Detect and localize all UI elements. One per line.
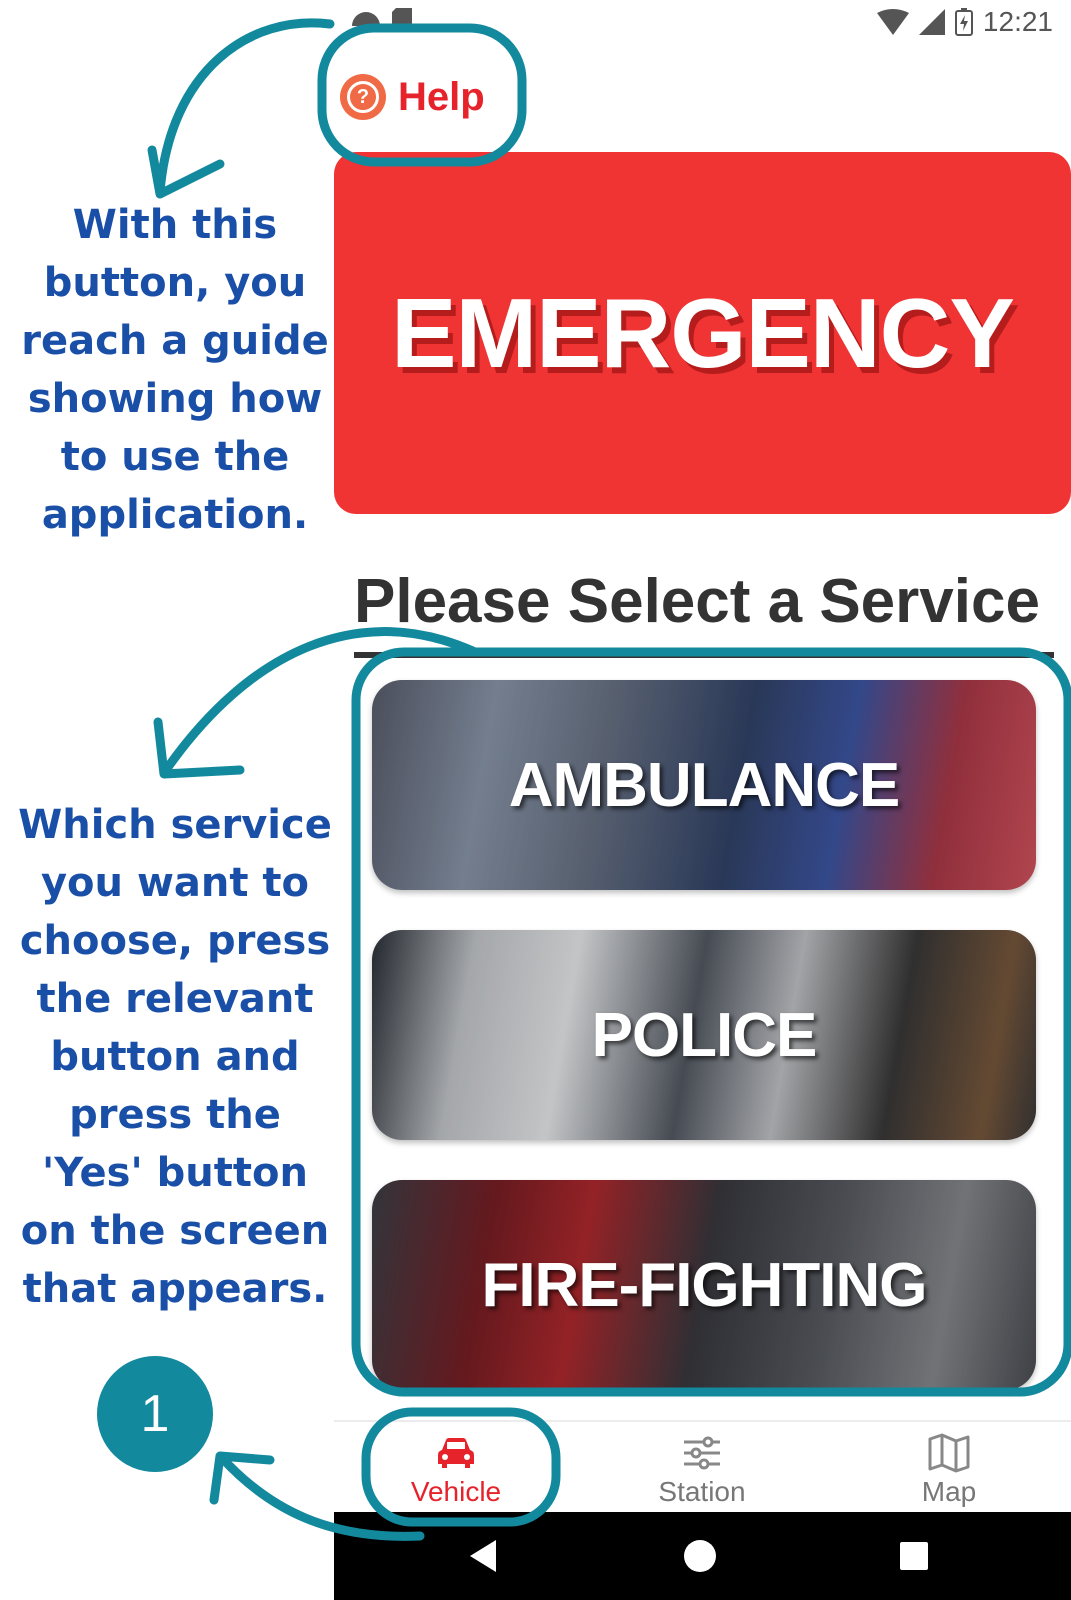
- ambulance-label: AMBULANCE: [508, 750, 901, 820]
- vehicle-highlight-ring: [361, 1407, 561, 1527]
- help-arrow: [155, 18, 335, 197]
- help-highlight-ring: [317, 23, 527, 167]
- police-label: POLICE: [591, 1000, 818, 1070]
- vehicle-arrow: [217, 1453, 425, 1541]
- fire-fighting-label: FIRE-FIGHTING: [481, 1250, 927, 1320]
- step-number-badge: 1: [97, 1356, 213, 1472]
